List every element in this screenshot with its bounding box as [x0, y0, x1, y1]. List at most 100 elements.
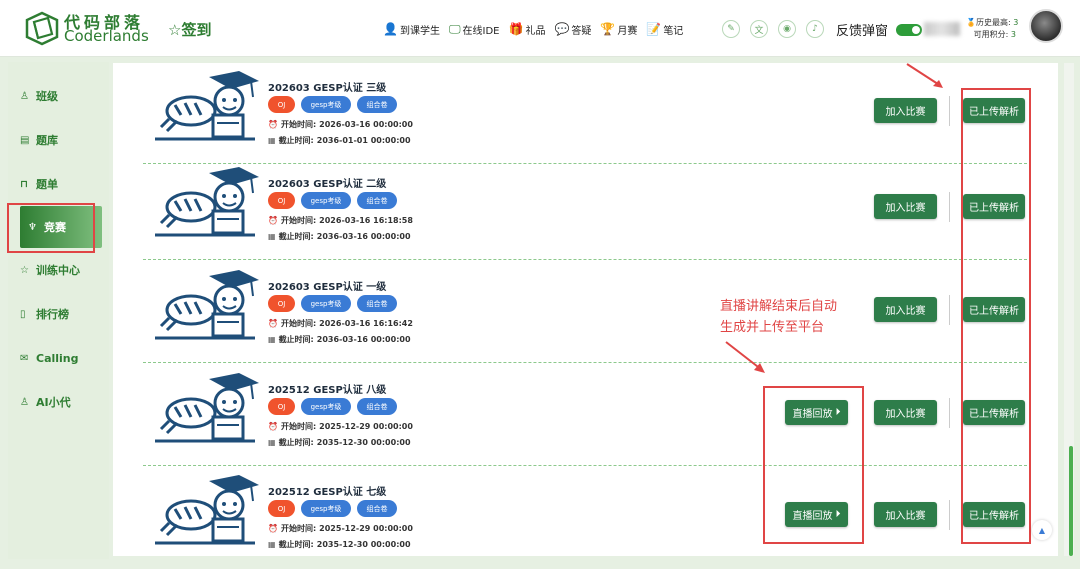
divider — [949, 500, 950, 530]
calendar-icon: ▦ — [268, 540, 276, 549]
trophy-icon: 🏆 — [600, 22, 616, 36]
join-contest-button[interactable]: 加入比赛 — [874, 502, 937, 527]
end-time: ▦ 截止时间: 2036-01-01 00:00:00 — [268, 135, 411, 146]
avatar[interactable] — [1029, 9, 1063, 43]
nav-label: 笔记 — [663, 25, 684, 37]
record-icon[interactable]: ◉ — [778, 20, 796, 38]
history-high-value: 3 — [1013, 18, 1019, 27]
nav-notes[interactable]: 📝 笔记 — [646, 22, 683, 37]
nav-gifts[interactable]: 🎁 礼品 — [509, 22, 546, 37]
logo-english-text: Coderlands — [64, 27, 149, 45]
monitor-icon: 🖵 — [448, 21, 461, 36]
start-time-label: 开始时间: — [280, 422, 317, 431]
contest-tags: OJ gesp考级 组合卷 — [268, 192, 397, 209]
join-contest-button[interactable]: 加入比赛 — [874, 98, 937, 123]
start-time-value: 2025-12-29 00:00:00 — [319, 524, 413, 533]
end-time-label: 截止时间: — [278, 540, 314, 549]
pencil-icon[interactable]: ✎ — [722, 20, 740, 38]
sidebar-item-problem-bank[interactable]: ▤ 题库 — [20, 128, 104, 152]
sidebar-item-label: Calling — [36, 351, 79, 365]
contest-title[interactable]: 202603 GESP认证 三级 — [268, 79, 386, 94]
sidebar-item-label: 题库 — [36, 134, 58, 147]
book-icon: ▤ — [20, 134, 30, 146]
cube-logo-icon — [25, 11, 59, 46]
start-time-value: 2026-03-16 16:16:42 — [319, 319, 413, 328]
alarm-clock-icon: ⏰ — [268, 216, 278, 225]
contest-tags: OJ gesp考级 组合卷 — [268, 96, 397, 113]
contest-tags: OJ gesp考级 组合卷 — [268, 500, 397, 517]
nav-attendance[interactable]: 👤 到课学生 — [383, 22, 440, 37]
blurred-username — [924, 22, 960, 36]
contest-row: 202603 GESP认证 三级 OJ gesp考级 组合卷 ⏰ 开始时间: 202… — [143, 63, 1027, 164]
join-contest-button[interactable]: 加入比赛 — [874, 400, 937, 425]
nav-label: 礼品 — [525, 25, 546, 37]
logo[interactable]: 代码部落 Coderlands — [24, 8, 164, 48]
score-summary: 🏅历史最高: 3 可用积分: 3 — [966, 17, 1018, 41]
bell-icon[interactable]: ♪ — [806, 20, 824, 38]
nav-online-ide[interactable]: 🖵 在线IDE — [449, 22, 500, 37]
highlight-box-uploaded — [961, 88, 1031, 544]
note-icon: 📝 — [646, 22, 662, 36]
end-time-value: 2036-03-16 00:00:00 — [316, 335, 411, 344]
end-time-label: 截止时间: — [278, 438, 314, 447]
join-contest-button[interactable]: 加入比赛 — [874, 194, 937, 219]
tag-combo-paper: 组合卷 — [357, 500, 397, 517]
calendar-icon: ▦ — [268, 438, 276, 447]
tag-combo-paper: 组合卷 — [357, 398, 397, 415]
sidebar-item-problem-list[interactable]: ⊓ 题单 — [20, 172, 104, 196]
contest-list: 202603 GESP认证 三级 OJ gesp考级 组合卷 ⏰ 开始时间: 202… — [113, 63, 1058, 556]
scrollbar-thumb[interactable] — [1069, 446, 1073, 556]
divider — [949, 295, 950, 325]
nav-label: 到课学生 — [399, 25, 440, 37]
tiger-mascot-icon — [155, 71, 259, 141]
checkin-button[interactable]: ☆签到 — [168, 19, 211, 40]
sidebar-item-training-center[interactable]: ☆ 训练中心 — [20, 258, 104, 282]
contest-row: 202512 GESP认证 七级 OJ gesp考级 组合卷 ⏰ 开始时间: 202… — [143, 467, 1027, 556]
calendar-icon: ▦ — [268, 335, 276, 344]
sidebar-item-leaderboard[interactable]: ▯ 排行榜 — [20, 302, 104, 326]
end-time-label: 截止时间: — [278, 335, 314, 344]
annotation-arrow-icon — [906, 63, 943, 88]
nav-monthly-contest[interactable]: 🏆 月赛 — [600, 22, 637, 37]
divider — [949, 398, 950, 428]
contest-row: 202603 GESP认证 二级 OJ gesp考级 组合卷 ⏰ 开始时间: 202… — [143, 159, 1027, 260]
contest-tags: OJ gesp考级 组合卷 — [268, 398, 397, 415]
divider — [949, 96, 950, 126]
sidebar: ♙ 班级 ▤ 题库 ⊓ 题单 ♆ 竞赛 ☆ 训练中心 ▯ 排行榜 ✉ Calling ♙ AI小… — [8, 62, 109, 559]
translate-icon[interactable]: 文 — [750, 20, 768, 38]
contest-title[interactable]: 202512 GESP认证 八级 — [268, 381, 386, 396]
back-to-top-button[interactable]: ▲ — [1032, 520, 1052, 540]
tag-gesp: gesp考级 — [301, 295, 351, 312]
end-time: ▦ 截止时间: 2036-03-16 00:00:00 — [268, 231, 411, 242]
sidebar-item-label: AI小代 — [36, 396, 71, 409]
start-time: ⏰ 开始时间: 2025-12-29 00:00:00 — [268, 421, 413, 432]
contest-row: 202603 GESP认证 一级 OJ gesp考级 组合卷 ⏰ 开始时间: 202… — [143, 262, 1027, 363]
tag-oj: OJ — [268, 192, 295, 209]
nav-qa[interactable]: 💬 答疑 — [554, 22, 591, 37]
nav-label: 月赛 — [617, 25, 638, 37]
contest-title[interactable]: 202603 GESP认证 一级 — [268, 278, 386, 293]
contest-title[interactable]: 202512 GESP认证 七级 — [268, 483, 386, 498]
person-icon: 👤 — [383, 22, 398, 36]
alarm-clock-icon: ⏰ — [268, 524, 278, 533]
sidebar-item-class[interactable]: ♙ 班级 — [20, 84, 104, 108]
feedback-popup-label: 反馈弹窗 — [836, 24, 889, 39]
tag-gesp: gesp考级 — [301, 96, 351, 113]
sidebar-item-label: 题单 — [36, 178, 58, 191]
tag-gesp: gesp考级 — [301, 398, 351, 415]
feedback-toggle[interactable] — [896, 24, 922, 36]
tag-combo-paper: 组合卷 — [357, 96, 397, 113]
end-time: ▦ 截止时间: 2036-03-16 00:00:00 — [268, 334, 411, 345]
start-time: ⏰ 开始时间: 2026-03-16 00:00:00 — [268, 119, 413, 130]
tag-oj: OJ — [268, 398, 295, 415]
alarm-clock-icon: ⏰ — [268, 422, 278, 431]
contest-title[interactable]: 202603 GESP认证 二级 — [268, 175, 386, 190]
sidebar-item-ai-assistant[interactable]: ♙ AI小代 — [20, 390, 104, 414]
tiger-mascot-icon — [155, 373, 259, 443]
join-contest-button[interactable]: 加入比赛 — [874, 297, 937, 322]
sidebar-item-calling[interactable]: ✉ Calling — [20, 346, 104, 370]
end-time: ▦ 截止时间: 2035-12-30 00:00:00 — [268, 539, 411, 550]
sidebar-item-label: 训练中心 — [36, 264, 80, 277]
available-points-label: 可用积分: — [973, 30, 1009, 39]
tiger-mascot-icon — [155, 167, 259, 237]
